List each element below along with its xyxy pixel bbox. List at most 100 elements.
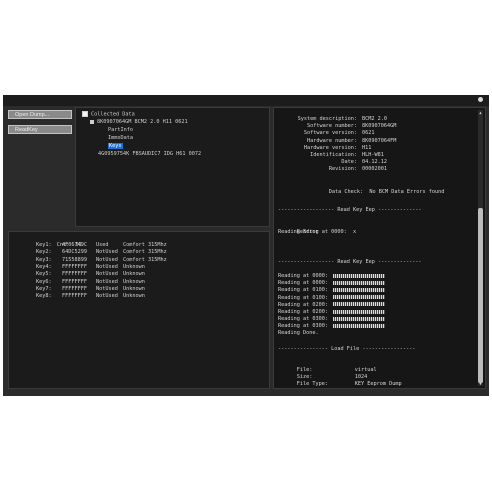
- reading-data-bar: [332, 273, 385, 278]
- key-desc: Unknown: [123, 278, 145, 285]
- system-info-value: 04.12.12: [362, 159, 387, 166]
- app-window: Open Dump... ReadKey Collected Data 8K09…: [3, 95, 489, 396]
- key-desc: Unknown: [123, 285, 145, 292]
- file-type-label: File Type:: [296, 381, 328, 387]
- reading-row: Reading at 0000:: [278, 280, 385, 287]
- section-read-key-eep-2: ------------------ Read Key Eep --------…: [278, 259, 422, 265]
- window-control-dot[interactable]: [478, 97, 483, 102]
- collapse-icon[interactable]: [90, 119, 94, 124]
- key-status: NotUsed: [96, 293, 118, 300]
- key-desc: Unknown: [123, 263, 145, 270]
- reading-row: Reading at 0200:: [278, 302, 385, 309]
- tree-item-keys[interactable]: Keys: [108, 143, 123, 150]
- reading-label: Reading at 0300:: [278, 323, 328, 330]
- system-info-value: 8K0907064FM: [362, 137, 397, 144]
- key-status: Used: [96, 242, 109, 248]
- key-label: Key6:: [36, 278, 52, 285]
- section-load-file: ---------------- Load File -------------…: [278, 346, 416, 352]
- system-info-label: Hardware number:: [307, 137, 357, 144]
- key-status: NotUsed: [96, 278, 118, 285]
- tree-item-immodata[interactable]: ImmoData: [108, 135, 133, 142]
- reading-row: Reading at 0200:: [278, 309, 385, 316]
- file-type-row: File Type: KEY Eeprom Dump: [278, 374, 402, 395]
- key-id: FFFFFFFF: [62, 263, 87, 270]
- key-desc: Unknown: [123, 271, 145, 278]
- reading-data-bar: [332, 323, 385, 328]
- key-desc: Unknown: [123, 293, 145, 300]
- key-label: Key4:: [36, 263, 52, 270]
- key-label: Key3:: [36, 256, 52, 263]
- read-key-button[interactable]: ReadKey: [8, 125, 72, 134]
- system-info-row: Identification: HLH-W81: [278, 152, 384, 159]
- data-check-label: Data Check:: [328, 189, 364, 195]
- title-bar: [3, 95, 489, 106]
- system-info-row: Revision: 00002001: [278, 166, 387, 173]
- key-status: NotUsed: [96, 285, 118, 292]
- system-info-row: Date: 04.12.12: [278, 159, 387, 166]
- key-status: NotUsed: [96, 256, 118, 263]
- system-info-value: 00002001: [362, 166, 387, 173]
- keys-panel: Cnt: 01 Key1: 4F06749C Used Comfort 315Mhz K…: [8, 231, 270, 389]
- key-label: Key1:: [36, 242, 52, 248]
- key-status: NotUsed: [96, 271, 118, 278]
- system-info-label: System description:: [297, 116, 357, 122]
- reading-label: Reading at 0100:: [278, 294, 328, 301]
- system-info-row: Hardware number: 8K0907064FM: [278, 138, 396, 145]
- system-info-value: 8K0907064GM: [362, 123, 397, 130]
- reading-data-bar: [332, 309, 385, 314]
- open-dump-button[interactable]: Open Dump...: [8, 110, 72, 119]
- key-desc: Comfort 315Mhz: [123, 256, 167, 263]
- system-info-row: Software number: 8K0907064GM: [278, 123, 396, 130]
- key-id: 4F06749C: [62, 242, 87, 248]
- system-info-value: 0621: [362, 130, 375, 137]
- data-check-value: No BCM Data Errors found: [369, 189, 445, 195]
- reading-done: Reading Done.: [278, 330, 319, 336]
- key-label: Key5:: [36, 271, 52, 278]
- info-log-panel: System description: BCM2 2.0 Software numb…: [273, 107, 486, 389]
- system-info-row: System description: BCM2 2.0: [278, 116, 387, 123]
- system-info-label: Revision:: [328, 166, 357, 173]
- key-status: NotUsed: [96, 249, 118, 256]
- checkbox-icon[interactable]: [82, 111, 88, 117]
- tree-root-label: Collected Data: [91, 111, 135, 118]
- reading-row: Reading at 0100:: [278, 295, 385, 302]
- system-info-row: Hardware version: H11: [278, 145, 371, 152]
- reading-row: Reading at 0300:: [278, 316, 385, 323]
- reading-label: Reading at 0200:: [278, 309, 328, 315]
- key-label: Key2:: [36, 249, 52, 256]
- reading-label: Reading at 0100:: [278, 287, 328, 294]
- data-check-row: Data Check: No BCM Data Errors found: [310, 182, 445, 203]
- system-info-label: Hardware version:: [303, 144, 357, 151]
- tree-second-node[interactable]: 4G0959754K FBSAUDIC7 IDG H61 0072: [98, 151, 201, 158]
- key-label: Key7:: [36, 285, 52, 292]
- scroll-down-arrow-icon[interactable]: ▼: [478, 381, 483, 386]
- key-id: 71558899: [62, 256, 87, 263]
- key-desc: Comfort 315Mhz: [123, 242, 167, 248]
- tree-item-partinfo[interactable]: PartInfo: [108, 127, 133, 134]
- key-row: Key3: 71558899 NotUsed Comfort 315Mhz: [36, 257, 167, 264]
- system-info-value: H11: [362, 144, 372, 151]
- reading-label: Reading at 0000:: [278, 280, 328, 287]
- system-info-label: Software version:: [303, 130, 357, 137]
- tree-root[interactable]: Collected Data: [82, 111, 135, 119]
- key-id: FFFFFFFF: [62, 293, 87, 300]
- reading-data-bar: [332, 287, 385, 292]
- key-id: FFFFFFFF: [62, 271, 87, 278]
- system-info-value: HLH-W81: [362, 152, 384, 158]
- system-info-label: Date:: [341, 159, 357, 166]
- key-id: FFFFFFFF: [62, 285, 87, 292]
- key-id: 64DC5299: [62, 249, 87, 256]
- reading-label: Reading at 0300:: [278, 316, 328, 323]
- reading-0000-value: x: [352, 229, 357, 235]
- key-status: NotUsed: [96, 263, 118, 270]
- vertical-scrollbar[interactable]: ▲ ▼: [478, 110, 483, 386]
- reading-data-bar: [332, 280, 385, 285]
- key-id: FFFFFFFF: [62, 278, 87, 285]
- key-label: Key8:: [36, 293, 52, 300]
- tree-ecu-node[interactable]: 8K0907064GM BCM2 2.0 H11 0621: [90, 119, 188, 126]
- reading-data-bar: [332, 316, 385, 321]
- scrollbar-thumb[interactable]: [478, 208, 483, 383]
- key-row: Key8: FFFFFFFF NotUsed Unknown: [36, 293, 145, 300]
- scroll-up-arrow-icon[interactable]: ▲: [478, 110, 483, 115]
- reading-row: Reading at 0100:: [278, 287, 385, 294]
